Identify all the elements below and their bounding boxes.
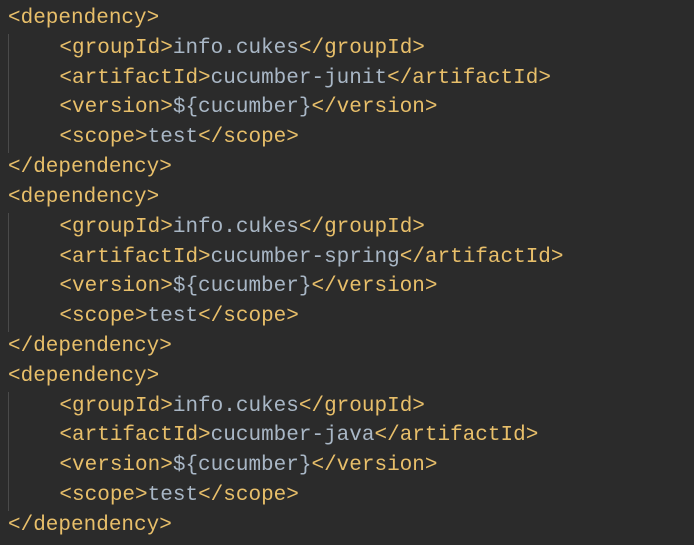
- xml-text: cucumber-java: [211, 424, 375, 447]
- code-line: <version>${cucumber}</version>: [8, 93, 686, 123]
- code-line: <scope>test</scope>: [8, 302, 686, 332]
- code-line: <version>${cucumber}</version>: [8, 451, 686, 481]
- code-line: <artifactId>cucumber-java</artifactId>: [8, 421, 686, 451]
- code-line: </dependency>: [8, 332, 686, 362]
- code-line: <dependency>: [8, 4, 686, 34]
- xml-tag: <dependency>: [8, 365, 159, 388]
- xml-tag: <version>: [59, 454, 172, 477]
- code-block: <dependency> <groupId>info.cukes</groupI…: [0, 0, 694, 545]
- code-line: </dependency>: [8, 511, 686, 541]
- xml-tag: <artifactId>: [59, 67, 210, 90]
- xml-tag: </groupId>: [299, 395, 425, 418]
- xml-tag: <groupId>: [59, 37, 172, 60]
- code-line: </dependency>: [8, 153, 686, 183]
- xml-tag: </artifactId>: [374, 424, 538, 447]
- xml-tag: <artifactId>: [59, 246, 210, 269]
- code-line: <artifactId>cucumber-junit</artifactId>: [8, 64, 686, 94]
- xml-text: ${cucumber}: [173, 275, 312, 298]
- code-line: <version>${cucumber}</version>: [8, 272, 686, 302]
- xml-tag: </version>: [311, 275, 437, 298]
- code-line: <scope>test</scope>: [8, 481, 686, 511]
- xml-tag: <groupId>: [59, 216, 172, 239]
- xml-tag: </version>: [311, 96, 437, 119]
- code-line: <dependency>: [8, 362, 686, 392]
- xml-tag: </artifactId>: [400, 246, 564, 269]
- xml-tag: <scope>: [59, 305, 147, 328]
- xml-text: test: [148, 126, 198, 149]
- xml-tag: </groupId>: [299, 37, 425, 60]
- xml-tag: </version>: [311, 454, 437, 477]
- xml-text: ${cucumber}: [173, 96, 312, 119]
- xml-tag: <dependency>: [8, 186, 159, 209]
- xml-text: test: [148, 484, 198, 507]
- xml-tag: </groupId>: [299, 216, 425, 239]
- xml-tag: <artifactId>: [59, 424, 210, 447]
- xml-text: cucumber-junit: [211, 67, 387, 90]
- xml-text: ${cucumber}: [173, 454, 312, 477]
- xml-tag: <scope>: [59, 126, 147, 149]
- code-line: <dependency>: [8, 183, 686, 213]
- code-line: <groupId>info.cukes</groupId>: [8, 392, 686, 422]
- xml-tag: <version>: [59, 96, 172, 119]
- xml-tag: </dependency>: [8, 335, 172, 358]
- xml-text: info.cukes: [173, 216, 299, 239]
- xml-tag: <dependency>: [8, 7, 159, 30]
- xml-tag: </dependency>: [8, 156, 172, 179]
- xml-tag: </artifactId>: [387, 67, 551, 90]
- code-line: <groupId>info.cukes</groupId>: [8, 213, 686, 243]
- xml-text: test: [148, 305, 198, 328]
- xml-text: info.cukes: [173, 37, 299, 60]
- code-line: <scope>test</scope>: [8, 123, 686, 153]
- xml-tag: <groupId>: [59, 395, 172, 418]
- xml-tag: <version>: [59, 275, 172, 298]
- code-line: <artifactId>cucumber-spring</artifactId>: [8, 243, 686, 273]
- xml-tag: </scope>: [198, 305, 299, 328]
- xml-tag: <scope>: [59, 484, 147, 507]
- xml-text: cucumber-spring: [211, 246, 400, 269]
- xml-tag: </scope>: [198, 484, 299, 507]
- code-line: <groupId>info.cukes</groupId>: [8, 34, 686, 64]
- xml-text: info.cukes: [173, 395, 299, 418]
- xml-tag: </dependency>: [8, 514, 172, 537]
- xml-tag: </scope>: [198, 126, 299, 149]
